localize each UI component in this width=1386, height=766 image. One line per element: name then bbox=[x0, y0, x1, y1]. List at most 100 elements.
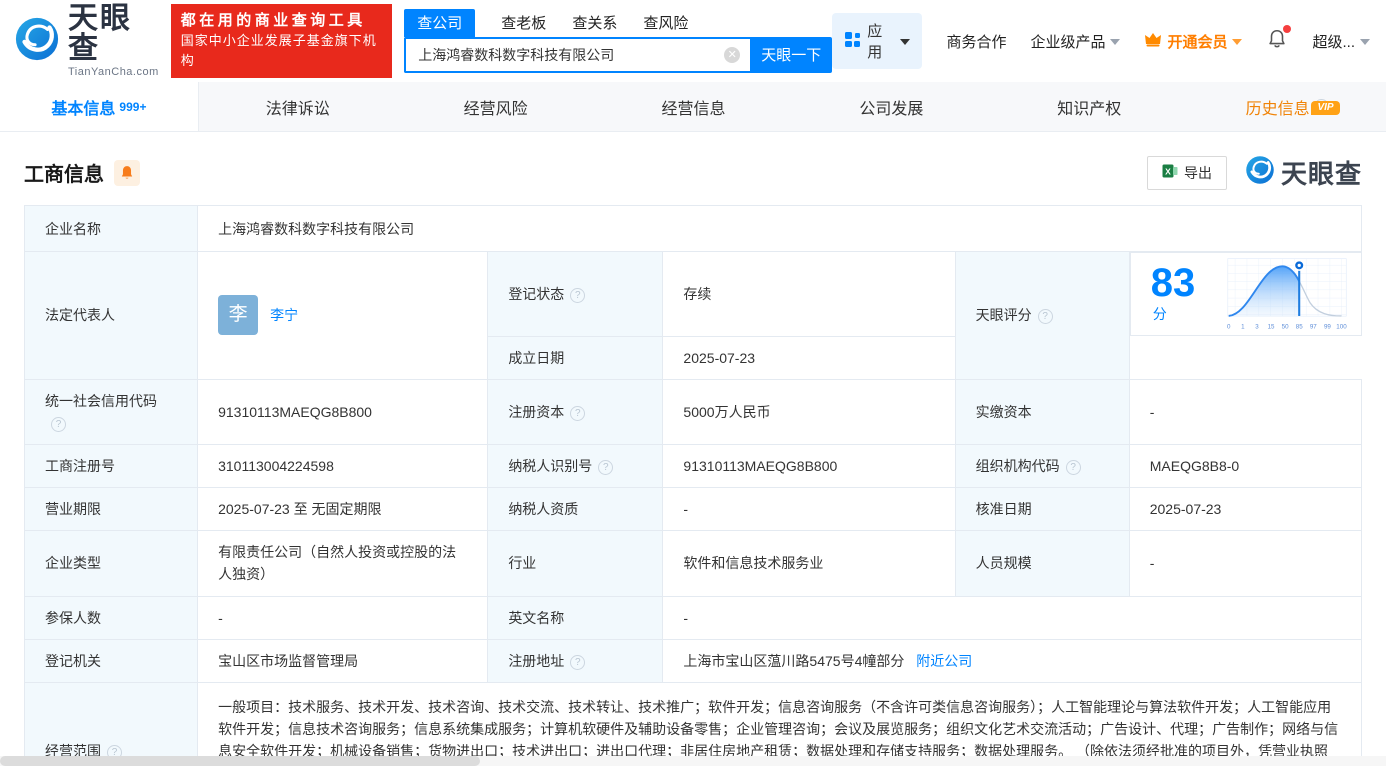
score-value: 83 bbox=[1150, 261, 1196, 305]
vip-label: 开通会员 bbox=[1167, 33, 1228, 51]
tab-count-badge: 999+ bbox=[119, 99, 147, 114]
nearby-companies-link[interactable]: 附近公司 bbox=[916, 653, 972, 669]
field-label: 注册地址? bbox=[487, 638, 664, 683]
search-tab-risk[interactable]: 查风险 bbox=[643, 12, 688, 37]
tab-label: 基本信息 bbox=[51, 100, 116, 118]
section-header: 工商信息 X 导出 天眼查 bbox=[24, 154, 1362, 191]
search-input[interactable] bbox=[404, 36, 751, 73]
vip-badge: VIP bbox=[1311, 100, 1340, 115]
help-icon[interactable]: ? bbox=[598, 459, 614, 475]
score-distribution-chart[interactable]: 0 1 3 15 50 85 97 99 100 bbox=[1223, 255, 1353, 333]
tianyancha-swirl-icon bbox=[14, 16, 60, 67]
field-label: 经营范围? bbox=[23, 681, 199, 766]
apps-menu-button[interactable]: 应用 bbox=[832, 13, 923, 69]
business-scope-value: 一般项目：技术服务、技术开发、技术咨询、技术交流、技术转让、技术推广；软件开发；… bbox=[197, 681, 1362, 766]
monitor-bell-icon[interactable] bbox=[114, 159, 140, 186]
tab-basic-info[interactable]: 基本信息 999+ bbox=[0, 82, 199, 131]
search-tab-company[interactable]: 查公司 bbox=[404, 8, 476, 37]
search-block: 查公司 查老板 查关系 查风险 ✕ 天眼一下 bbox=[404, 8, 833, 73]
horizontal-scrollbar[interactable] bbox=[0, 756, 1386, 766]
registered-address-cell: 上海市宝山区蕰川路5475号4幢部分 附近公司 bbox=[662, 638, 1362, 683]
menu-enterprise-products[interactable]: 企业级产品 bbox=[1030, 31, 1121, 52]
ribbon-line2: 国家中小企业发展子基金旗下机构 bbox=[180, 33, 377, 68]
svg-text:85: 85 bbox=[1295, 323, 1302, 330]
clear-icon[interactable]: ✕ bbox=[724, 46, 741, 63]
table-row: 企业名称 上海鸿睿数科数字科技有限公司 bbox=[23, 205, 1362, 252]
svg-text:100: 100 bbox=[1336, 323, 1347, 330]
field-label: 登记状态? bbox=[487, 251, 664, 337]
insured-count-value: - bbox=[197, 595, 489, 640]
search-tab-relation[interactable]: 查关系 bbox=[572, 12, 617, 37]
help-icon[interactable]: ? bbox=[570, 654, 586, 670]
tab-label: 法律诉讼 bbox=[265, 100, 330, 118]
menu-open-vip[interactable]: 开通会员 bbox=[1144, 31, 1243, 52]
chevron-down-icon bbox=[1110, 39, 1121, 45]
export-label: 导出 bbox=[1183, 164, 1212, 181]
field-label: 天眼评分? bbox=[954, 251, 1130, 380]
help-icon[interactable]: ? bbox=[570, 287, 586, 303]
help-icon[interactable]: ? bbox=[1037, 309, 1053, 325]
chevron-down-icon bbox=[1232, 39, 1243, 45]
help-icon[interactable]: ? bbox=[51, 416, 66, 432]
table-row: 登记机关 宝山区市场监督管理局 注册地址? 上海市宝山区蕰川路5475号4幢部分… bbox=[23, 638, 1362, 683]
score-unit: 分 bbox=[1152, 306, 1167, 322]
avatar[interactable]: 李 bbox=[218, 295, 259, 336]
apps-grid-icon bbox=[844, 31, 861, 52]
help-icon[interactable]: ? bbox=[570, 405, 586, 421]
field-label: 注册资本? bbox=[487, 378, 664, 445]
tab-intellectual-property[interactable]: 知识产权 bbox=[990, 82, 1188, 131]
table-row: 营业期限 2025-07-23 至 无固定期限 纳税人资质 - 核准日期 202… bbox=[23, 486, 1363, 531]
field-label: 营业期限 bbox=[23, 486, 199, 531]
brand-watermark: 天眼查 bbox=[1245, 154, 1362, 191]
menu-cooperation[interactable]: 商务合作 bbox=[946, 31, 1006, 52]
company-name-value: 上海鸿睿数科数字科技有限公司 bbox=[197, 205, 1362, 252]
super-label: 超级... bbox=[1312, 33, 1355, 51]
field-label: 实缴资本 bbox=[954, 378, 1130, 445]
field-label: 工商注册号 bbox=[23, 443, 199, 488]
field-label: 组织机构代码? bbox=[954, 443, 1130, 488]
apps-label: 应用 bbox=[867, 23, 883, 61]
taxpayer-quality-value: - bbox=[662, 486, 956, 531]
table-row: 企业类型 有限责任公司（自然人投资或控股的法人独资） 行业 软件和信息技术服务业… bbox=[23, 529, 1363, 597]
search-button[interactable]: 天眼一下 bbox=[750, 36, 833, 73]
table-row: 参保人数 - 英文名称 - bbox=[23, 595, 1362, 640]
scrollbar-thumb[interactable] bbox=[0, 756, 480, 766]
field-label: 成立日期 bbox=[487, 335, 664, 380]
svg-text:X: X bbox=[1165, 167, 1171, 177]
svg-text:1: 1 bbox=[1241, 323, 1245, 330]
tab-operating-risk[interactable]: 经营风险 bbox=[397, 82, 595, 131]
search-tab-boss[interactable]: 查老板 bbox=[501, 12, 546, 37]
tab-legal-litigation[interactable]: 法律诉讼 bbox=[199, 82, 397, 131]
legal-representative-link[interactable]: 李宁 bbox=[270, 304, 298, 326]
svg-text:50: 50 bbox=[1281, 323, 1288, 330]
table-row: 统一社会信用代码? 91310113MAEQG8B800 注册资本? 5000万… bbox=[23, 378, 1363, 445]
export-button[interactable]: X 导出 bbox=[1146, 155, 1227, 190]
field-label: 纳税人识别号? bbox=[487, 443, 664, 488]
help-icon[interactable]: ? bbox=[1065, 459, 1081, 475]
table-row: 法定代表人 李 李宁 登记状态? 存续 天眼评分? 83分 0 1 3 15 5… bbox=[23, 251, 1362, 380]
taxpayer-id-value: 91310113MAEQG8B800 bbox=[662, 443, 956, 488]
excel-icon: X bbox=[1162, 163, 1178, 182]
tianyan-score-cell: 83分 0 1 3 15 50 85 97 99 100 bbox=[1129, 252, 1362, 336]
notification-bell[interactable] bbox=[1266, 24, 1292, 55]
registration-number-value: 310113004224598 bbox=[197, 443, 489, 488]
field-label: 纳税人资质 bbox=[487, 486, 664, 531]
english-name-value: - bbox=[662, 595, 1362, 640]
tab-label: 历史信息 bbox=[1245, 100, 1310, 118]
company-section-tabs: 基本信息 999+ 法律诉讼 经营风险 经营信息 公司发展 知识产权 历史信息 … bbox=[0, 82, 1386, 132]
field-label: 企业类型 bbox=[23, 529, 199, 597]
chart-x-axis-ticks: 0 1 3 15 50 85 97 99 100 bbox=[1227, 323, 1347, 330]
logo-subtitle: TianYanCha.com bbox=[68, 66, 159, 78]
menu-super-vip[interactable]: 超级... bbox=[1312, 31, 1370, 52]
field-label: 法定代表人 bbox=[23, 251, 199, 380]
promo-ribbon: 都在用的商业查询工具 国家中小企业发展子基金旗下机构 bbox=[170, 4, 393, 78]
tab-label: 经营风险 bbox=[463, 100, 528, 118]
tab-company-development[interactable]: 公司发展 bbox=[792, 82, 990, 131]
field-label: 行业 bbox=[487, 529, 664, 597]
tab-business-info[interactable]: 经营信息 bbox=[595, 82, 793, 131]
tab-history-info[interactable]: 历史信息 VIP ? bbox=[1188, 82, 1386, 131]
tianyancha-swirl-icon bbox=[1245, 155, 1275, 190]
tianyancha-logo[interactable]: 天眼查 TianYanCha.com bbox=[14, 4, 159, 78]
logo-title: 天眼查 bbox=[68, 2, 132, 65]
tab-label: 公司发展 bbox=[859, 100, 924, 118]
